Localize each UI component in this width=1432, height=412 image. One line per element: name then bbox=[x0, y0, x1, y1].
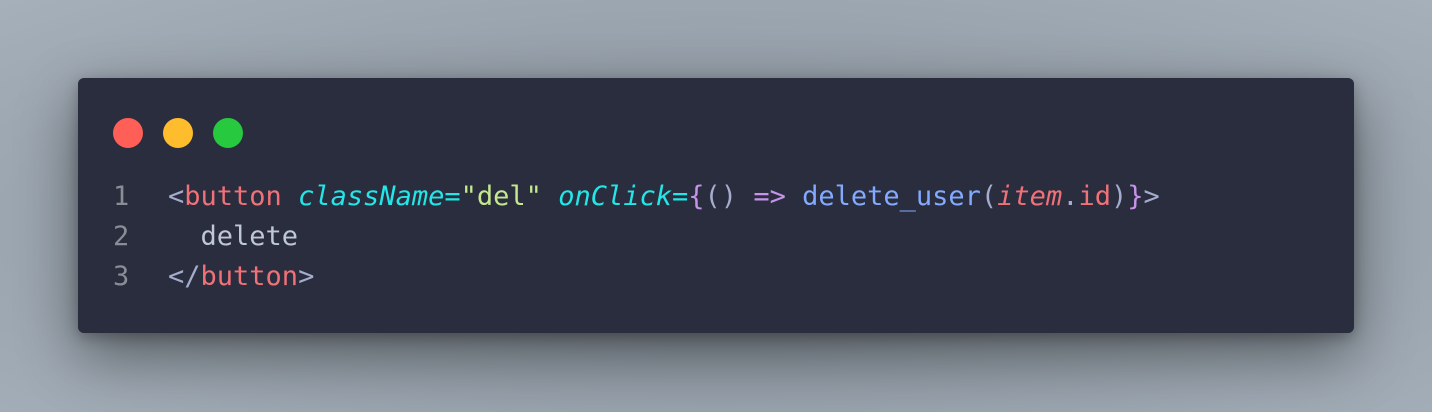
token-brace-open: { bbox=[688, 181, 705, 212]
token-text: delete bbox=[200, 221, 299, 252]
code-line-content: </button> bbox=[168, 257, 314, 297]
minimize-dot-icon[interactable] bbox=[163, 118, 193, 148]
token-function-name: delete_user bbox=[802, 181, 981, 212]
line-number: 2 bbox=[113, 221, 130, 252]
code-line-2: 2 delete bbox=[78, 217, 1160, 257]
token-angle-close: > bbox=[298, 261, 315, 292]
token-paren-close: ) bbox=[1110, 181, 1128, 212]
token-tag-name: button bbox=[184, 181, 282, 212]
token-arrow: => bbox=[753, 181, 786, 212]
code-block: 1 <button className="del" onClick={() =>… bbox=[78, 177, 1160, 297]
token-parameter: item bbox=[997, 181, 1063, 212]
token-attribute-onclick: onClick bbox=[558, 181, 672, 212]
token-angle-close: > bbox=[1143, 181, 1160, 212]
token-paren-open: ( bbox=[980, 181, 998, 212]
code-line-3: 3 </button> bbox=[78, 257, 1160, 297]
token-attribute-classname: className bbox=[298, 181, 445, 212]
token-brace-close: } bbox=[1127, 181, 1144, 212]
code-line-1: 1 <button className="del" onClick={() =>… bbox=[78, 177, 1160, 217]
token-tag-name: button bbox=[200, 261, 299, 292]
token-parens: () bbox=[704, 181, 738, 212]
maximize-dot-icon[interactable] bbox=[213, 118, 243, 148]
token-angle-slash: </ bbox=[168, 261, 201, 292]
line-number: 1 bbox=[113, 181, 130, 212]
token-dot: . bbox=[1062, 181, 1079, 212]
window-controls bbox=[113, 118, 243, 148]
token-equals: = bbox=[672, 181, 689, 212]
token-string: "del" bbox=[460, 181, 542, 212]
code-window: 1 <button className="del" onClick={() =>… bbox=[78, 78, 1354, 333]
token-property: id bbox=[1078, 181, 1111, 212]
token-equals: = bbox=[444, 181, 461, 212]
token-angle-open: < bbox=[168, 181, 185, 212]
line-number: 3 bbox=[113, 261, 130, 292]
code-line-content: <button className="del" onClick={() => d… bbox=[168, 177, 1160, 217]
code-line-content: delete bbox=[168, 217, 299, 257]
close-dot-icon[interactable] bbox=[113, 118, 143, 148]
